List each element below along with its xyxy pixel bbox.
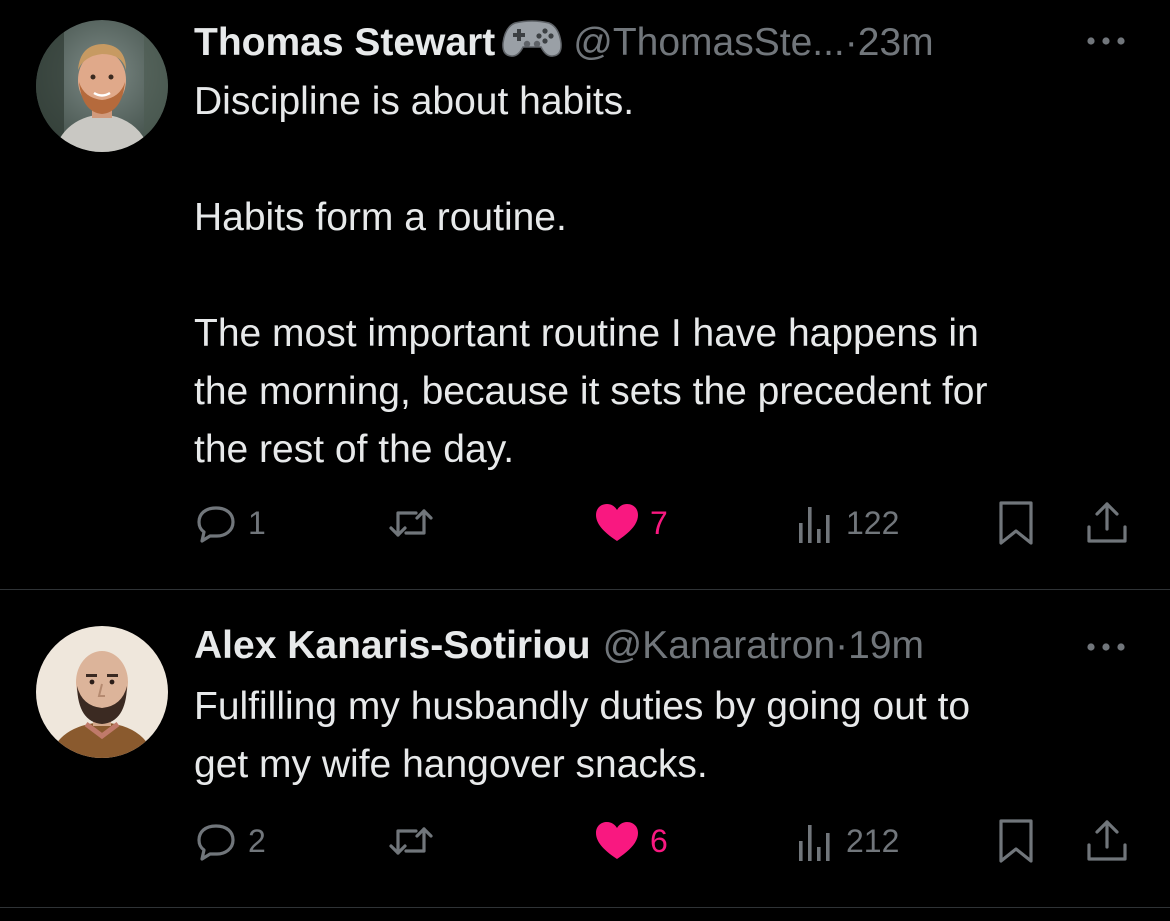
bookmark-button[interactable] — [996, 498, 1036, 548]
heart-icon — [594, 819, 640, 863]
avatar[interactable] — [36, 20, 168, 152]
like-count: 6 — [650, 822, 668, 859]
tweet-text-line: get my wife hangover snacks. — [194, 743, 708, 786]
share-icon — [1084, 499, 1130, 547]
author-handle[interactable]: @ThomasSte... — [573, 21, 845, 64]
author-handle[interactable]: @Kanaratron — [603, 624, 836, 667]
bookmark-icon — [996, 499, 1036, 547]
views-button[interactable]: 212 — [796, 816, 899, 866]
reply-icon — [194, 819, 238, 863]
tweet-text-line: the morning, because it sets the precede… — [194, 370, 988, 413]
reply-button[interactable]: 2 — [194, 816, 266, 866]
tweet-text-line: Discipline is about habits. — [194, 80, 635, 123]
game-controller-icon — [501, 17, 563, 70]
reply-button[interactable]: 1 — [194, 498, 266, 548]
view-count: 122 — [846, 504, 900, 541]
reply-icon — [194, 501, 238, 545]
author-name[interactable]: Alex Kanaris-Sotiriou — [194, 624, 591, 667]
tweet-header: Thomas Stewart @ThomasSte...·23m — [194, 17, 934, 70]
like-count: 7 — [650, 504, 668, 541]
repost-button[interactable] — [386, 816, 446, 866]
heart-icon — [594, 501, 640, 545]
share-icon — [1084, 817, 1130, 865]
like-button[interactable]: 6 — [594, 816, 668, 866]
repost-icon — [386, 819, 436, 863]
tweet[interactable]: Thomas Stewart @ThomasSte...·23m Discipl… — [0, 0, 1170, 589]
more-options-icon[interactable] — [1084, 18, 1128, 64]
avatar[interactable] — [36, 626, 168, 758]
separator-dot: · — [844, 21, 858, 64]
view-count: 212 — [846, 822, 900, 859]
tweet-text: Fulfilling my husbandly duties by going … — [194, 678, 1144, 794]
tweet-divider — [0, 907, 1170, 908]
views-chart-icon — [796, 819, 836, 863]
timestamp[interactable]: 19m — [848, 624, 924, 667]
like-button[interactable]: 7 — [594, 498, 668, 548]
views-button[interactable]: 122 — [796, 498, 899, 548]
author-name[interactable]: Thomas Stewart — [194, 21, 495, 64]
bookmark-button[interactable] — [996, 816, 1036, 866]
separator-dot: · — [835, 624, 849, 667]
tweet-text-line: the rest of the day. — [194, 428, 515, 471]
tweet-header: Alex Kanaris-Sotiriou @Kanaratron·19m — [194, 623, 924, 669]
reply-count: 2 — [248, 822, 266, 859]
tweet-actions: 2 6 212 — [0, 816, 1170, 866]
tweet-actions: 1 7 122 — [0, 498, 1170, 548]
reply-count: 1 — [248, 504, 266, 541]
repost-icon — [386, 501, 436, 545]
tweet[interactable]: Alex Kanaris-Sotiriou @Kanaratron·19m Ful… — [0, 590, 1170, 908]
share-button[interactable] — [1084, 498, 1130, 548]
share-button[interactable] — [1084, 816, 1130, 866]
tweet-text: Discipline is about habits. Habits form … — [194, 73, 1144, 479]
views-chart-icon — [796, 501, 836, 545]
bookmark-icon — [996, 817, 1036, 865]
tweet-text-line: Habits form a routine. — [194, 196, 567, 239]
more-options-icon[interactable] — [1084, 624, 1128, 670]
tweet-text-line: The most important routine I have happen… — [194, 312, 979, 355]
tweet-text-line: Fulfilling my husbandly duties by going … — [194, 685, 971, 728]
repost-button[interactable] — [386, 498, 446, 548]
timestamp[interactable]: 23m — [858, 21, 934, 64]
